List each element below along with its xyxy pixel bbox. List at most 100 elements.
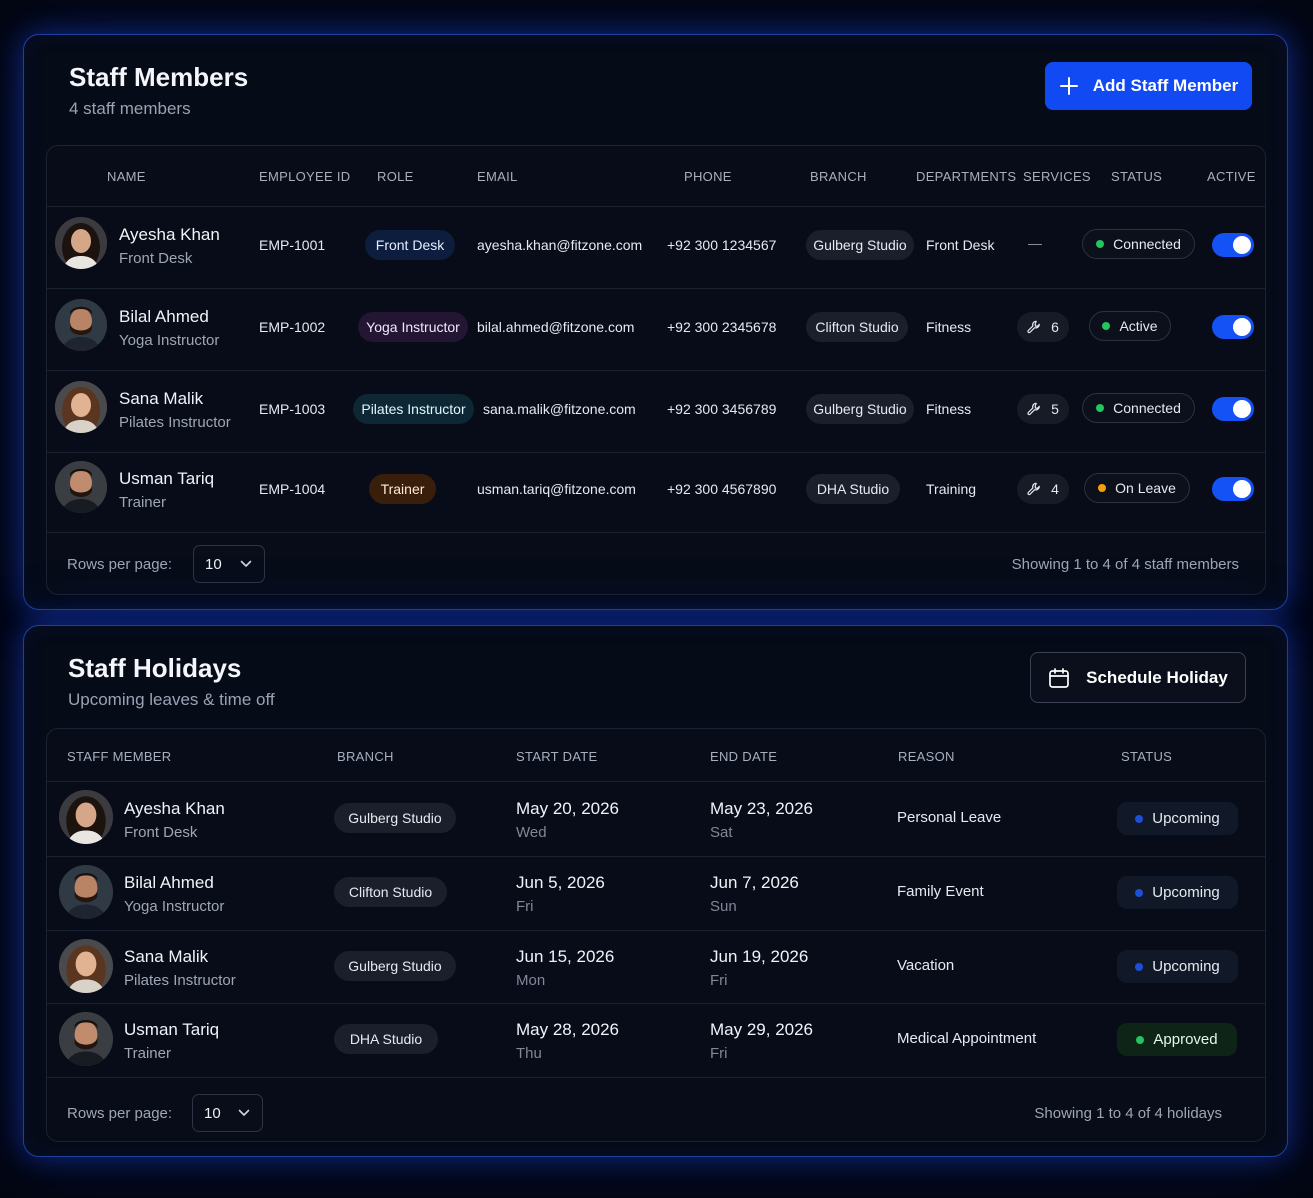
email: sana.malik@fitzone.com [483, 401, 636, 417]
branch-badge: Gulberg Studio [806, 394, 914, 424]
col-phone: PHONE [684, 169, 732, 184]
table-row[interactable]: Bilal Ahmed Yoga Instructor EMP-1002 Yog… [47, 288, 1265, 370]
staff-role: Front Desk [124, 824, 198, 841]
status-dot [1136, 1035, 1145, 1044]
table-row[interactable]: Ayesha Khan Front Desk EMP-1001 Front De… [47, 206, 1265, 288]
active-toggle[interactable] [1212, 397, 1254, 421]
status-badge: Connected [1082, 393, 1195, 423]
status-label: Upcoming [1152, 958, 1220, 975]
table-row[interactable]: Usman Tariq Trainer EMP-1004 Trainer usm… [47, 452, 1265, 532]
start-date: May 20, 2026 [516, 799, 620, 818]
wrench-icon [1027, 320, 1040, 334]
row-divider [47, 1077, 1265, 1078]
end-day: Sat [710, 824, 733, 841]
staff-name: Usman Tariq [124, 1020, 220, 1039]
rows-per-page-value: 10 [204, 1104, 221, 1122]
rows-per-page-label: Rows per page: [67, 1105, 173, 1122]
avatar [55, 299, 107, 351]
status-label: Connected [1113, 400, 1181, 416]
col-branch: BRANCH [337, 749, 394, 764]
staff-name: Bilal Ahmed [124, 873, 214, 892]
col-status: STATUS [1121, 749, 1173, 764]
phone: +92 300 1234567 [667, 237, 777, 253]
staff-role-sub: Pilates Instructor [119, 414, 231, 431]
role-badge: Pilates Instructor [353, 394, 474, 424]
add-staff-member-label: Add Staff Member [1092, 76, 1239, 95]
services-count[interactable]: 4 [1017, 474, 1069, 504]
col-departments: DEPARTMENTS [916, 169, 1017, 184]
holidays-table: STAFF MEMBER BRANCH START DATE END DATE … [46, 728, 1266, 1142]
status-dot [1135, 888, 1144, 897]
wrench-icon [1027, 482, 1040, 496]
rows-per-page-value: 10 [205, 555, 222, 573]
staff-role-sub: Trainer [119, 494, 166, 511]
status-dot [1098, 484, 1107, 492]
schedule-holiday-label: Schedule Holiday [1086, 667, 1228, 687]
table-row[interactable]: Sana Malik Pilates Instructor EMP-1003 P… [47, 370, 1265, 452]
staff-table: NAME EMPLOYEE ID ROLE EMAIL PHONE BRANCH… [46, 145, 1266, 595]
table-row[interactable]: Sana Malik Pilates Instructor Gulberg St… [47, 930, 1265, 1003]
status-dot [1096, 404, 1105, 412]
table-row[interactable]: Usman Tariq Trainer DHA Studio May 28, 2… [47, 1003, 1265, 1077]
status-badge: On Leave [1084, 473, 1190, 503]
role-badge: Yoga Instructor [358, 312, 468, 342]
schedule-holiday-button[interactable]: Schedule Holiday [1030, 652, 1246, 703]
staff-name: Usman Tariq [119, 469, 215, 488]
calendar-icon [1049, 667, 1069, 688]
rows-per-page-select[interactable]: 10 [192, 1094, 263, 1132]
active-toggle[interactable] [1212, 315, 1254, 339]
staff-members-card: Staff Members 4 staff members Add Staff … [23, 34, 1288, 610]
status-badge: Upcoming [1117, 876, 1238, 909]
status-label: Connected [1113, 236, 1181, 252]
active-toggle[interactable] [1212, 477, 1254, 501]
staff-holidays-title: Staff Holidays [68, 653, 242, 683]
active-toggle[interactable] [1212, 233, 1254, 257]
avatar [55, 217, 107, 269]
rows-per-page-label: Rows per page: [67, 556, 173, 573]
end-day: Fri [710, 1045, 728, 1062]
status-dot [1096, 240, 1105, 248]
col-end-date: END DATE [710, 749, 778, 764]
rows-per-page-select[interactable]: 10 [193, 545, 265, 583]
department: Front Desk [926, 237, 995, 253]
add-staff-member-button[interactable]: Add Staff Member [1045, 62, 1252, 110]
col-staff-member: STAFF MEMBER [67, 749, 172, 764]
status-badge: Approved [1117, 1023, 1237, 1056]
phone: +92 300 4567890 [667, 481, 777, 497]
email: usman.tariq@fitzone.com [477, 481, 636, 497]
email: ayesha.khan@fitzone.com [477, 237, 643, 253]
end-day: Sun [710, 898, 737, 915]
status-dot [1135, 814, 1144, 823]
start-day: Wed [516, 824, 547, 841]
table-row[interactable]: Bilal Ahmed Yoga Instructor Clifton Stud… [47, 856, 1265, 930]
table-row[interactable]: Ayesha Khan Front Desk Gulberg Studio Ma… [47, 781, 1265, 856]
start-date: Jun 15, 2026 [516, 947, 615, 966]
end-date: Jun 7, 2026 [710, 873, 799, 892]
staff-role-sub: Yoga Instructor [119, 332, 220, 349]
status-badge: Upcoming [1117, 950, 1238, 983]
col-active: ACTIVE [1207, 169, 1256, 184]
plus-icon [1059, 77, 1078, 95]
branch-badge: Gulberg Studio [334, 803, 456, 833]
services-count[interactable]: 5 [1017, 394, 1069, 424]
avatar [55, 461, 107, 513]
reason: Vacation [897, 957, 955, 974]
end-date: May 23, 2026 [710, 799, 814, 818]
avatar [59, 865, 113, 919]
staff-name: Sana Malik [119, 389, 204, 408]
role-badge: Front Desk [365, 230, 455, 260]
staff-name: Ayesha Khan [124, 799, 225, 818]
reason: Family Event [897, 883, 984, 900]
status-label: Upcoming [1152, 810, 1220, 827]
avatar [59, 790, 113, 844]
branch-badge: Clifton Studio [334, 877, 447, 907]
col-name: NAME [107, 169, 146, 184]
col-email: EMAIL [477, 169, 518, 184]
chevron-down-icon [240, 560, 252, 567]
services-value: 6 [1051, 319, 1059, 335]
branch-badge: Gulberg Studio [806, 230, 914, 260]
start-day: Fri [516, 898, 534, 915]
status-badge: Connected [1082, 229, 1195, 259]
services-count[interactable]: 6 [1017, 312, 1069, 342]
end-date: May 29, 2026 [710, 1020, 814, 1039]
